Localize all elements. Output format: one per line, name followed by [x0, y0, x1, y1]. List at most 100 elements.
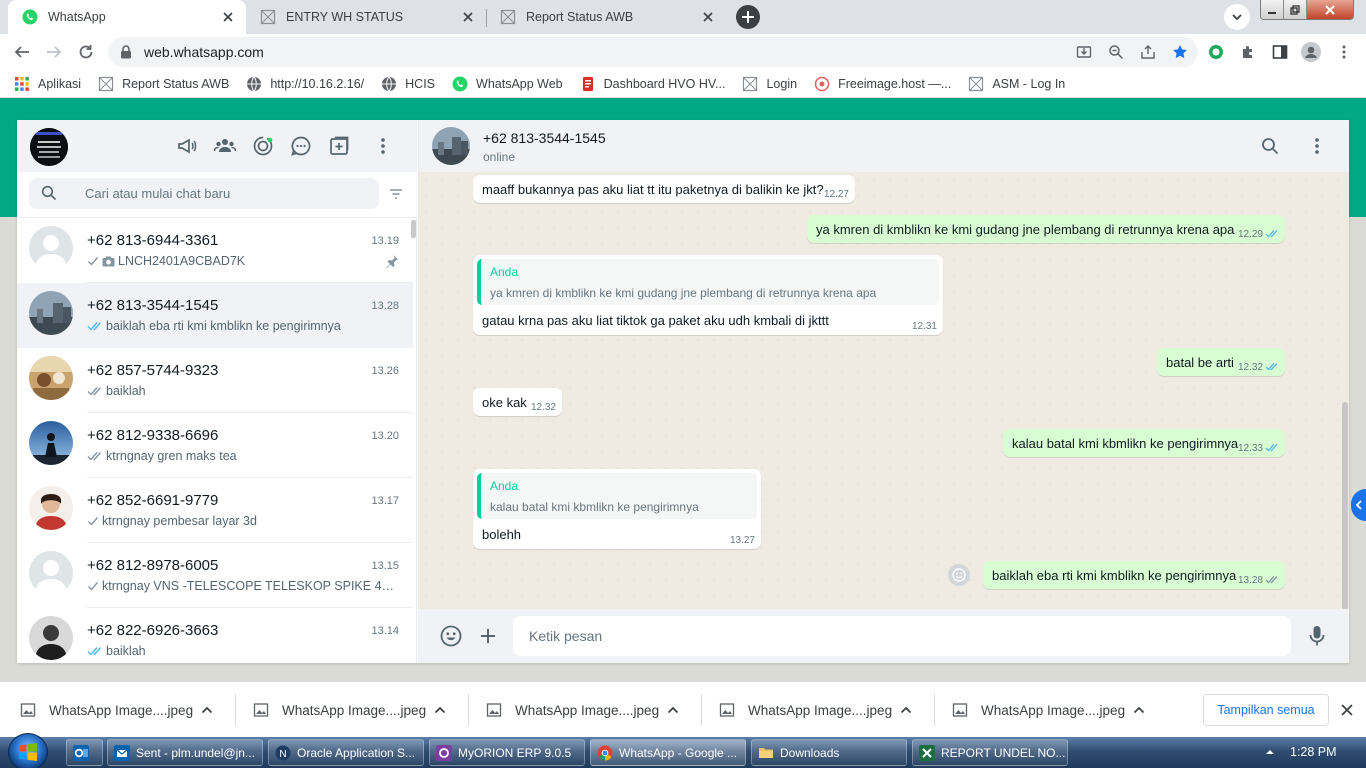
bookmark-login[interactable]: Login — [742, 76, 797, 92]
taskbar-item-downloads-folder[interactable]: Downloads — [751, 739, 907, 766]
bookmark-dashboard-hvo[interactable]: Dashboard HVO HV... — [580, 76, 725, 92]
conversation-header[interactable]: +62 813-3544-1545 online — [418, 120, 1349, 172]
message-input[interactable] — [513, 616, 1291, 656]
tab-search-button[interactable] — [1224, 4, 1250, 30]
close-icon[interactable] — [220, 9, 236, 25]
chat-list-item-selected[interactable]: +62 813-3544-1545 13.28 baiklah eba rti … — [17, 283, 413, 348]
emoji-reaction-button[interactable] — [948, 564, 970, 586]
window-close-button[interactable] — [1307, 0, 1353, 19]
chevron-up-icon[interactable] — [199, 702, 215, 718]
close-icon[interactable] — [460, 9, 476, 25]
profile-avatar-icon[interactable] — [1301, 42, 1321, 62]
download-item[interactable]: WhatsApp Image....jpeg — [233, 682, 466, 738]
incoming-message[interactable]: oke kak 12.32 — [473, 388, 562, 416]
tab-entry-wh-status[interactable]: ENTRY WH STATUS — [246, 0, 486, 34]
zoom-icon[interactable] — [1106, 42, 1126, 62]
chat-search-input[interactable] — [85, 178, 365, 209]
install-app-icon[interactable] — [1074, 42, 1094, 62]
status-icon[interactable] — [252, 135, 274, 157]
chevron-up-icon[interactable] — [898, 702, 914, 718]
taskbar-item-myorion[interactable]: MyORION ERP 9.0.5 — [429, 739, 585, 766]
side-extension-tab[interactable] — [1351, 489, 1366, 521]
bookmark-whatsapp-web[interactable]: WhatsApp Web — [452, 76, 563, 92]
bookmark-asm-login[interactable]: ASM - Log In — [968, 76, 1065, 92]
chevron-up-icon[interactable] — [432, 702, 448, 718]
image-file-icon — [719, 703, 735, 717]
download-item[interactable]: WhatsApp Image....jpeg — [932, 682, 1165, 738]
tab-whatsapp[interactable]: WhatsApp — [8, 0, 246, 34]
bookmark-report-status-awb[interactable]: Report Status AWB — [98, 76, 229, 92]
groups-icon[interactable] — [214, 135, 236, 157]
chat-list-item[interactable]: +62 812-9338-6696 13.20 ktrngnay gren ma… — [17, 413, 413, 478]
download-item[interactable]: WhatsApp Image....jpeg — [0, 682, 233, 738]
communities-megaphone-icon[interactable] — [176, 135, 198, 157]
incoming-message[interactable]: maaff bukannya pas aku liat tt itu paket… — [473, 175, 855, 203]
contact-avatar[interactable] — [432, 127, 470, 165]
filter-icon[interactable] — [388, 186, 404, 202]
download-item[interactable]: WhatsApp Image....jpeg — [466, 682, 699, 738]
close-icon[interactable] — [1339, 702, 1355, 718]
conversation-menu-icon[interactable] — [1308, 136, 1326, 156]
chevron-up-icon[interactable] — [1131, 702, 1147, 718]
share-icon[interactable] — [1138, 42, 1158, 62]
new-tab-button[interactable] — [734, 4, 762, 30]
show-all-downloads-button[interactable]: Tampilkan semua — [1203, 694, 1329, 726]
restore-button[interactable] — [1284, 0, 1307, 19]
quoted-message[interactable]: Anda kalau batal kmi kbmlikn ke pengirim… — [477, 473, 757, 519]
incoming-reply-message[interactable]: Anda ya kmren di kmblikn ke kmi gudang j… — [473, 255, 943, 335]
minimize-button[interactable] — [1261, 0, 1284, 19]
chat-list-item[interactable]: +62 812-8978-6005 13.15 ktrngnay VNS -TE… — [17, 543, 413, 608]
arrow-right-icon — [47, 46, 62, 58]
channels-icon[interactable] — [290, 135, 312, 157]
new-chat-icon[interactable] — [328, 135, 350, 157]
taskbar-item-excel[interactable]: REPORT UNDEL NO... — [912, 739, 1068, 766]
close-icon[interactable] — [700, 9, 716, 25]
extension-whatsapp-icon[interactable] — [1206, 42, 1226, 62]
outgoing-message[interactable]: batal be arti 12.32 — [1157, 348, 1285, 376]
voice-message-button[interactable] — [1306, 625, 1328, 647]
back-button[interactable] — [10, 40, 34, 64]
reload-button[interactable] — [74, 40, 98, 64]
bookmark-aplikasi[interactable]: Aplikasi — [14, 76, 81, 92]
chat-list-item[interactable]: +62 857-5744-9323 13.26 baiklah — [17, 348, 413, 413]
quoted-message[interactable]: Anda ya kmren di kmblikn ke kmi gudang j… — [477, 259, 939, 305]
attach-button[interactable] — [477, 625, 499, 647]
chat-list-item[interactable]: +62 813-6944-3361 13.19 LNCH2401A9CBAD7K — [17, 218, 413, 283]
start-button[interactable] — [8, 733, 48, 768]
bookmark-hcis[interactable]: HCIS — [381, 76, 435, 92]
taskbar-label: REPORT UNDEL NO... — [941, 745, 1066, 760]
outgoing-message[interactable]: kalau batal kmi kbmlikn ke pengirimnya 1… — [1003, 429, 1285, 457]
tab-report-status-awb[interactable]: Report Status AWB — [486, 0, 726, 34]
bookmark-ip-address[interactable]: http://10.16.2.16/ — [246, 76, 364, 92]
search-row — [17, 172, 417, 218]
system-clock[interactable]: 1:28 PM — [1290, 745, 1337, 759]
side-panel-icon[interactable] — [1270, 42, 1290, 62]
sidebar-menu-icon[interactable] — [372, 135, 394, 157]
message-text: gatau krna pas aku liat tiktok ga paket … — [482, 313, 829, 328]
extensions-puzzle-icon[interactable] — [1238, 42, 1258, 62]
taskbar-outlook-pin[interactable] — [66, 739, 103, 766]
bookmark-star-icon[interactable] — [1170, 42, 1190, 62]
chat-list-item[interactable]: +62 852-6691-9779 13.17 ktrngnay pembesa… — [17, 478, 413, 543]
taskbar-item-chrome[interactable]: WhatsApp - Google ... — [590, 739, 746, 766]
emoji-button[interactable] — [440, 625, 462, 647]
search-icon[interactable] — [1261, 137, 1279, 155]
pin-icon — [386, 255, 398, 268]
my-profile-avatar[interactable] — [30, 128, 68, 166]
outgoing-message[interactable]: ya kmren di kmblikn ke kmi gudang jne pl… — [807, 215, 1285, 243]
address-bar[interactable]: web.whatsapp.com — [108, 37, 1198, 67]
tray-expand-icon[interactable] — [1265, 748, 1275, 756]
taskbar-item-outlook[interactable]: Sent - plm.undel@jn... — [107, 739, 263, 766]
message-scrollbar[interactable] — [1342, 402, 1348, 610]
incoming-reply-message[interactable]: Anda kalau batal kmi kbmlikn ke pengirim… — [473, 469, 761, 549]
chat-list-scrollbar[interactable] — [411, 220, 416, 238]
chevron-up-icon[interactable] — [665, 702, 681, 718]
double-tick-read-icon — [1265, 363, 1278, 371]
forward-button[interactable] — [42, 40, 66, 64]
taskbar-item-oracle[interactable]: N Oracle Application S... — [268, 739, 424, 766]
download-item[interactable]: WhatsApp Image....jpeg — [699, 682, 932, 738]
bookmark-freeimage[interactable]: Freeimage.host —... — [814, 76, 951, 92]
chat-list-item[interactable]: +62 822-6926-3663 13.14 baiklah — [17, 608, 413, 663]
browser-menu-icon[interactable] — [1334, 42, 1354, 62]
outgoing-message[interactable]: baiklah eba rti kmi kmblikn ke pengirimn… — [983, 561, 1285, 589]
